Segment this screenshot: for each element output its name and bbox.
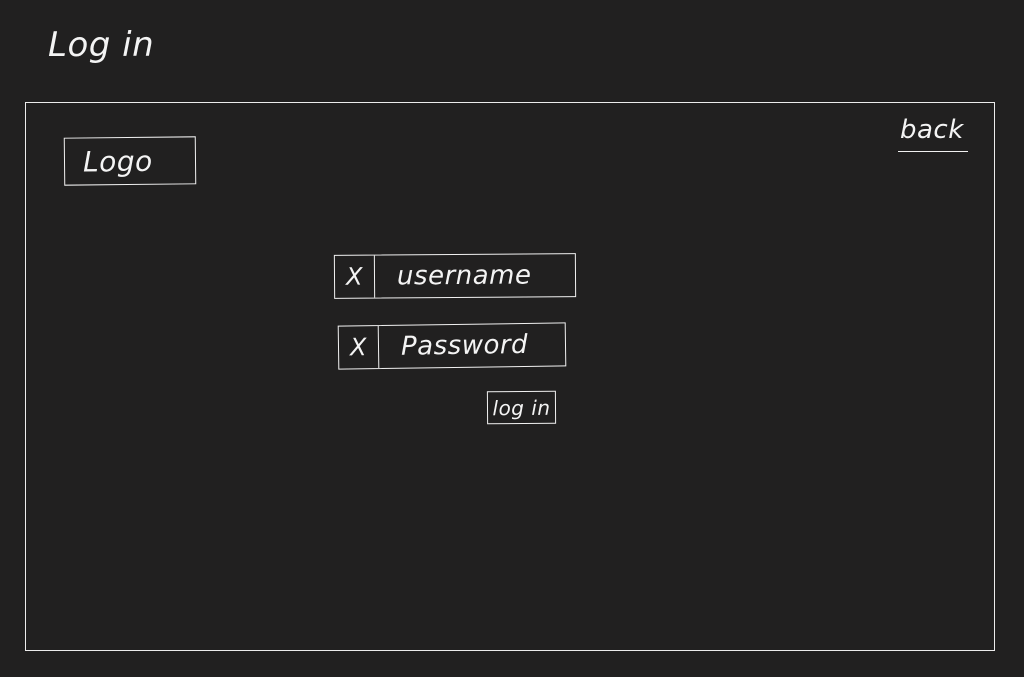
logo: Logo (63, 136, 197, 186)
back-link[interactable]: back (898, 115, 968, 152)
page-title: Log in (48, 25, 155, 65)
username-icon-placeholder: X (334, 255, 376, 298)
password-icon-placeholder: X (338, 326, 380, 369)
logo-label: Logo (82, 144, 153, 178)
password-field[interactable]: X Password (337, 322, 567, 370)
login-screen-frame: Logo back X username X Password log in (25, 102, 995, 651)
username-field[interactable]: X username (333, 253, 577, 299)
password-input[interactable]: Password (379, 323, 566, 368)
login-button[interactable]: log in (486, 390, 557, 425)
username-input[interactable]: username (375, 254, 575, 297)
